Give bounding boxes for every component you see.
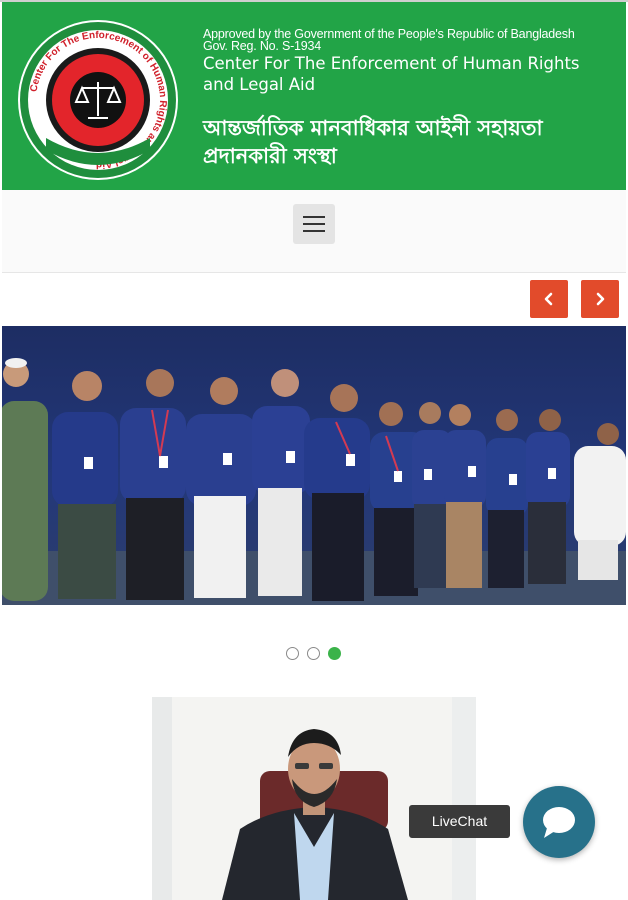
- speaker-photo-image: [152, 697, 476, 900]
- slider-prev-button[interactable]: [530, 280, 568, 318]
- hamburger-icon-line: [303, 230, 325, 232]
- group-photo-image: [2, 326, 626, 605]
- slider-dot-1[interactable]: [286, 647, 299, 660]
- livechat-button[interactable]: [523, 786, 595, 858]
- slider-image[interactable]: [2, 326, 626, 605]
- approval-text: Approved by the Government of the People…: [203, 28, 575, 53]
- slider-next-button[interactable]: [581, 280, 619, 318]
- registration-line: Gov. Reg. No. S-1934: [203, 39, 322, 53]
- site-header: Center For The Enforcement of Human Righ…: [2, 2, 626, 190]
- hamburger-icon-line: [303, 223, 325, 225]
- slider-dot-3-active[interactable]: [328, 647, 341, 660]
- chevron-left-icon: [544, 292, 553, 306]
- org-name-english: Center For The Enforcement of Human Righ…: [203, 54, 580, 94]
- logo-seal-icon: Center For The Enforcement of Human Righ…: [18, 20, 178, 180]
- organization-logo[interactable]: Center For The Enforcement of Human Righ…: [16, 18, 180, 182]
- livechat-label[interactable]: LiveChat: [409, 805, 510, 838]
- navigation-bar: [2, 190, 626, 273]
- chat-bubble-icon: [543, 807, 575, 838]
- org-name-bangla: আন্তর্জাতিক মানবাধিকার আইনী সহায়তা প্রদ…: [203, 116, 543, 168]
- chevron-right-icon: [596, 292, 605, 306]
- hamburger-icon: [303, 216, 325, 218]
- speaker-video-thumbnail[interactable]: [152, 697, 476, 900]
- slider-dot-2[interactable]: [307, 647, 320, 660]
- menu-toggle-button[interactable]: [293, 204, 335, 244]
